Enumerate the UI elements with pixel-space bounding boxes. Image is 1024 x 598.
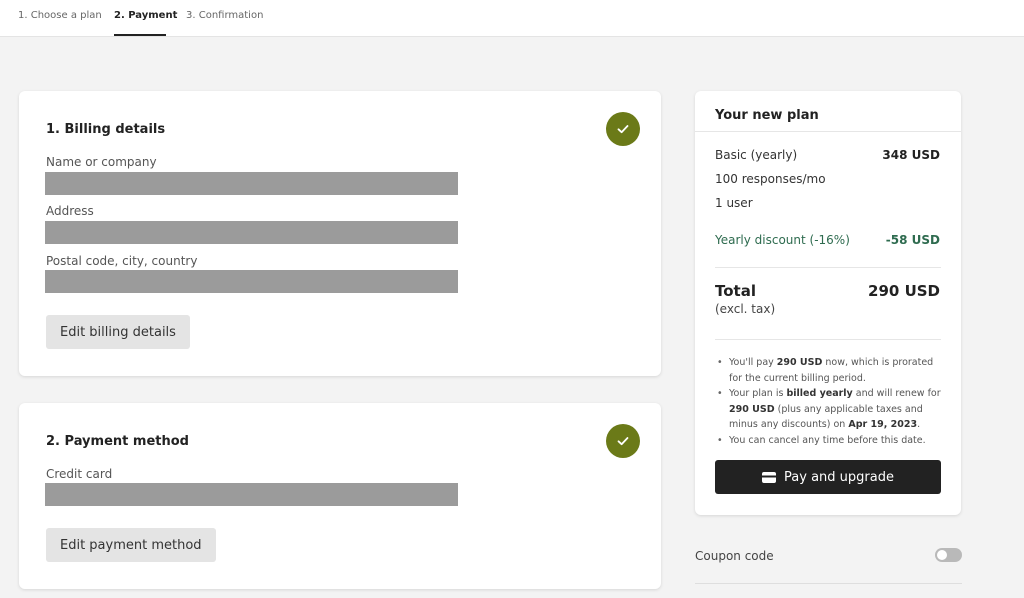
credit-card-field-value (45, 483, 458, 506)
list-item: Your plan is billed yearly and will rene… (715, 386, 943, 433)
total-value: 290 USD (868, 282, 940, 300)
step-payment[interactable]: 2. Payment (114, 10, 177, 21)
discount-label: Yearly discount (-16%) (715, 233, 850, 247)
billing-details-title: 1. Billing details (46, 122, 166, 137)
divider (715, 267, 941, 268)
name-field-label: Name or company (46, 155, 157, 169)
list-item: You'll pay 290 USD now, which is prorate… (715, 355, 943, 386)
credit-card-icon (762, 471, 777, 483)
plan-price: 348 USD (882, 148, 940, 162)
active-step-indicator (114, 34, 166, 36)
edit-payment-button[interactable]: Edit payment method (46, 528, 216, 562)
payment-method-card: 2. Payment method Credit card Edit payme… (19, 403, 661, 589)
divider (695, 583, 962, 584)
step-choose-plan[interactable]: 1. Choose a plan (18, 10, 102, 21)
step-confirmation[interactable]: 3. Confirmation (186, 10, 263, 21)
edit-billing-button[interactable]: Edit billing details (46, 315, 190, 349)
postal-field-label: Postal code, city, country (46, 254, 198, 268)
divider (715, 339, 941, 340)
checkout-steps-nav: 1. Choose a plan 2. Payment 3. Confirmat… (0, 0, 1024, 37)
plan-name: Basic (yearly) (715, 148, 798, 162)
total-label: Total (715, 282, 756, 300)
plan-feature-responses: 100 responses/mo (715, 172, 826, 186)
toggle-knob (937, 550, 947, 560)
plan-summary-card: Your new plan Basic (yearly) 348 USD 100… (695, 91, 961, 515)
address-field-label: Address (46, 204, 94, 218)
billing-complete-check-icon (606, 112, 640, 146)
coupon-code-toggle[interactable] (935, 548, 962, 562)
address-field-value (45, 221, 458, 244)
payment-method-title: 2. Payment method (46, 434, 189, 449)
billing-notes-list: You'll pay 290 USD now, which is prorate… (715, 355, 943, 448)
pay-and-upgrade-button[interactable]: Pay and upgrade (715, 460, 941, 494)
divider (695, 131, 961, 132)
discount-value: -58 USD (885, 233, 940, 247)
payment-complete-check-icon (606, 424, 640, 458)
billing-details-card: 1. Billing details Name or company Addre… (19, 91, 661, 376)
list-item: You can cancel any time before this date… (715, 433, 943, 449)
credit-card-field-label: Credit card (46, 467, 113, 481)
name-field-value (45, 172, 458, 195)
pay-button-label: Pay and upgrade (784, 469, 894, 485)
total-tax-note: (excl. tax) (715, 302, 776, 316)
coupon-code-label: Coupon code (695, 549, 774, 563)
postal-field-value (45, 270, 458, 293)
plan-feature-users: 1 user (715, 196, 753, 210)
plan-summary-title: Your new plan (715, 108, 819, 123)
